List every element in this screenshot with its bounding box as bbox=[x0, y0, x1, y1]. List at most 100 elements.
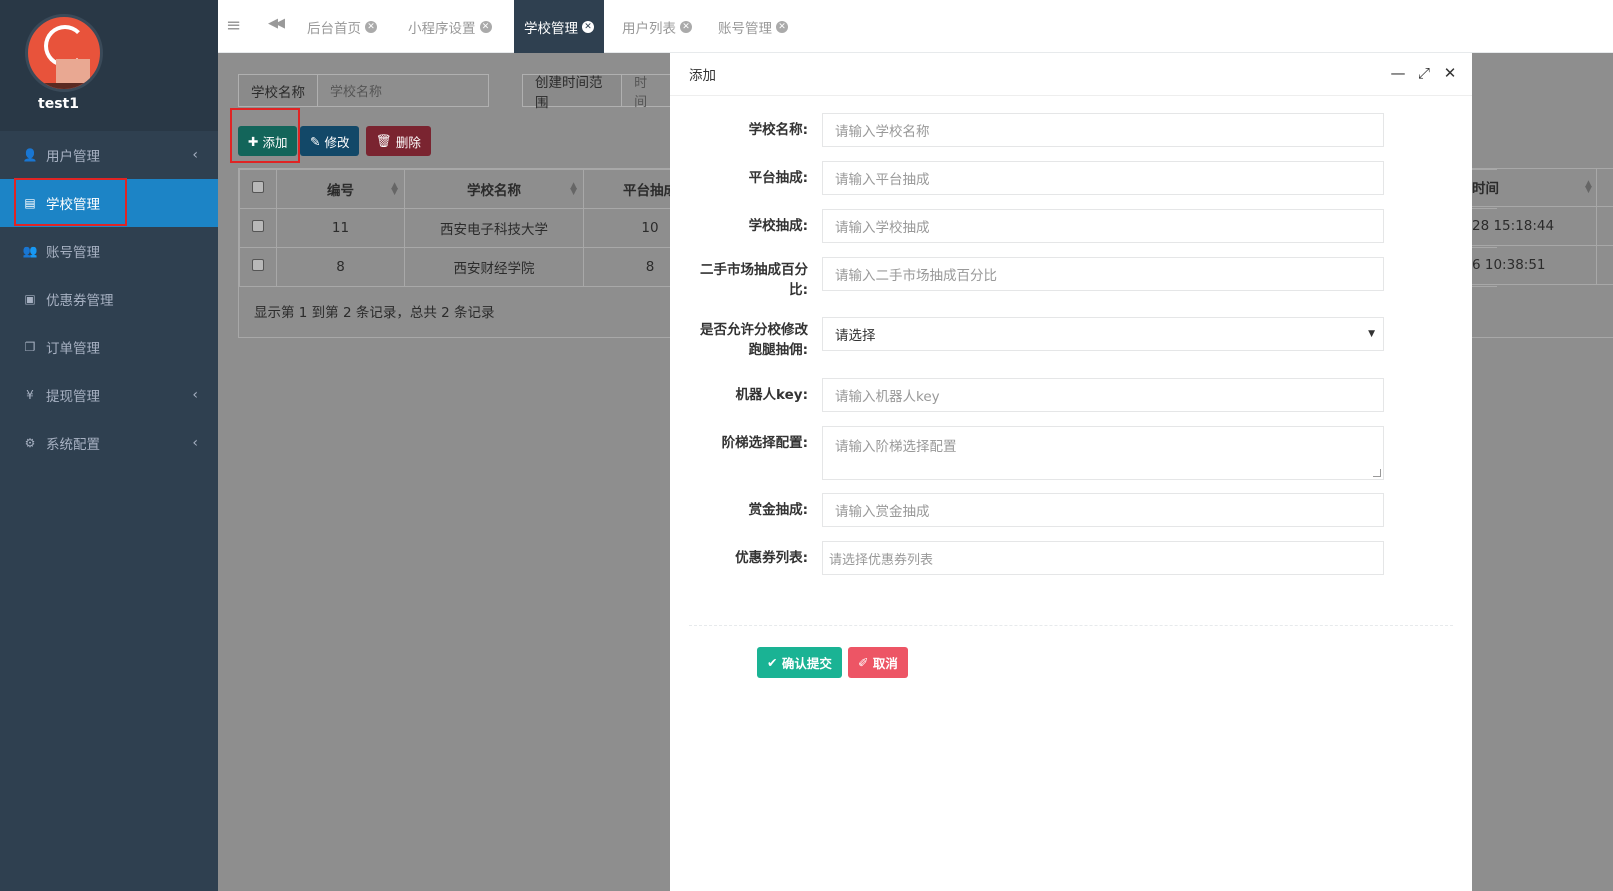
cell-id: 11 bbox=[276, 208, 405, 248]
highlight-annotation bbox=[230, 108, 300, 163]
row-checkbox[interactable] bbox=[252, 220, 264, 232]
avatar[interactable] bbox=[25, 14, 103, 92]
copy-icon: ❐ bbox=[24, 340, 36, 354]
tab-bar: ≡ ◀◀ 后台首页 ✕ 小程序设置 ✕ 学校管理 ✕ 用户列表 ✕ 账号管理 ✕ bbox=[218, 0, 1613, 53]
coupon-list-select[interactable]: 请选择优惠券列表 bbox=[822, 541, 1384, 575]
column-header[interactable]: 编号 ▲ ▼ bbox=[276, 169, 405, 209]
user-icon: 👤 bbox=[22, 148, 38, 162]
chevron-left-icon: ‹ bbox=[192, 147, 198, 163]
time-range-label: 创建时间范围 bbox=[523, 75, 623, 111]
tab-account-management[interactable]: 账号管理 ✕ bbox=[708, 0, 798, 53]
sidebar-item-label: 账号管理 bbox=[46, 245, 100, 261]
delete-button[interactable]: 🗑 删除 bbox=[366, 126, 431, 156]
robot-key-field[interactable]: 请输入机器人key bbox=[822, 378, 1384, 412]
sidebar-item-label: 系统配置 bbox=[46, 437, 100, 453]
cell-name: 西安电子科技大学 bbox=[404, 208, 584, 248]
sidebar: test1 👤 用户管理 ‹ ▤ 学校管理 👥 账号管理 ▣ 优惠券管理 ❐ 订… bbox=[0, 0, 218, 891]
confirm-submit-button[interactable]: ✔ 确认提交 bbox=[757, 647, 842, 678]
yen-icon: ¥ bbox=[26, 388, 34, 402]
time-range-search: 创建时间范围 时间 bbox=[522, 74, 670, 111]
close-icon[interactable]: ✕ bbox=[479, 20, 492, 33]
sidebar-item-label: 提现管理 bbox=[46, 389, 100, 405]
tab-miniapp-settings[interactable]: 小程序设置 ✕ bbox=[398, 0, 502, 53]
tab-label: 用户列表 bbox=[622, 20, 676, 37]
tab-school-management[interactable]: 学校管理 ✕ bbox=[514, 0, 604, 53]
profile-panel: test1 bbox=[0, 0, 218, 131]
users-icon: 👥 bbox=[22, 244, 38, 258]
column-header[interactable]: 时间 bbox=[1472, 177, 1499, 197]
row-checkbox[interactable] bbox=[252, 259, 264, 271]
sidebar-item-account-management[interactable]: 👥 账号管理 bbox=[0, 227, 218, 275]
username[interactable]: test1 bbox=[38, 96, 79, 112]
form-divider bbox=[689, 625, 1453, 626]
allow-branch-edit-select[interactable]: 请选择 ▼ bbox=[822, 317, 1384, 351]
modal-title: 添加 bbox=[689, 68, 716, 84]
select-all-checkbox[interactable] bbox=[252, 181, 264, 193]
bounty-commission-field[interactable]: 请输入赏金抽成 bbox=[822, 493, 1384, 527]
second-hand-commission-field[interactable]: 请输入二手市场抽成百分比 bbox=[822, 257, 1384, 291]
cell-time: 6 10:38:51 bbox=[1472, 246, 1613, 285]
school-name-input[interactable]: 学校名称 bbox=[318, 75, 395, 106]
platform-commission-field[interactable]: 请输入平台抽成 bbox=[822, 161, 1384, 195]
sidebar-item-user-management[interactable]: 👤 用户管理 ‹ bbox=[0, 131, 218, 179]
search-label: 学校名称 bbox=[239, 75, 318, 106]
caret-down-icon: ▼ bbox=[1368, 329, 1375, 339]
sidebar-item-order-management[interactable]: ❐ 订单管理 bbox=[0, 323, 218, 371]
edit-button[interactable]: ✎ 修改 bbox=[300, 126, 360, 156]
table-right-fragment: 时间 ▲ ▼ 28 15:18:44 6 10:38:51 bbox=[1472, 168, 1613, 285]
check-icon: ✔ bbox=[767, 655, 782, 670]
sidebar-item-system-config[interactable]: ⚙ 系统配置 ‹ bbox=[0, 419, 218, 467]
resize-handle-icon[interactable] bbox=[1373, 469, 1381, 477]
tab-user-list[interactable]: 用户列表 ✕ bbox=[612, 0, 702, 53]
field-label: 是否允许分校修改跑腿抽佣: bbox=[700, 322, 808, 358]
sidebar-item-coupon-management[interactable]: ▣ 优惠券管理 bbox=[0, 275, 218, 323]
field-label: 优惠券列表: bbox=[735, 550, 808, 566]
tab-label: 账号管理 bbox=[718, 20, 772, 37]
time-range-input[interactable]: 时间 bbox=[622, 75, 670, 110]
modal-header: 添加 — ⤢ ✕ bbox=[670, 53, 1472, 96]
field-label: 平台抽成: bbox=[748, 170, 808, 186]
field-label: 学校抽成: bbox=[748, 218, 808, 234]
coupon-icon: ▣ bbox=[24, 292, 36, 306]
gear-icon: ⚙ bbox=[24, 436, 36, 450]
school-name-search: 学校名称 学校名称 bbox=[238, 74, 489, 107]
ladder-config-textarea[interactable]: 请输入阶梯选择配置 bbox=[822, 426, 1384, 480]
chevron-left-icon: ‹ bbox=[192, 435, 198, 451]
column-header[interactable]: 学校名称 ▲ ▼ bbox=[404, 169, 584, 209]
sort-icon: ▲ ▼ bbox=[1585, 179, 1592, 195]
trash-icon: 🗑 bbox=[376, 133, 396, 148]
sidebar-item-label: 订单管理 bbox=[46, 341, 100, 357]
tab-dashboard[interactable]: 后台首页 ✕ bbox=[297, 0, 387, 53]
field-label: 二手市场抽成百分比: bbox=[700, 262, 808, 298]
close-icon[interactable]: ✕ bbox=[1442, 64, 1458, 82]
eraser-icon: ✐ bbox=[858, 655, 873, 670]
close-icon[interactable]: ✕ bbox=[680, 20, 692, 33]
tab-label: 小程序设置 bbox=[408, 20, 476, 37]
tab-label: 后台首页 bbox=[307, 20, 361, 37]
pagination-info: 显示第 1 到第 2 条记录，总共 2 条记录 bbox=[254, 305, 495, 321]
sidebar-item-label: 优惠券管理 bbox=[46, 293, 114, 309]
cancel-button[interactable]: ✐ 取消 bbox=[848, 647, 908, 678]
field-label: 阶梯选择配置: bbox=[721, 435, 808, 451]
add-school-modal: 添加 — ⤢ ✕ 学校名称: 请输入学校名称 平台抽成: 请输入平台抽成 学校抽… bbox=[670, 53, 1472, 891]
chevron-left-icon: ‹ bbox=[192, 387, 198, 403]
cell-name: 西安财经学院 bbox=[404, 247, 584, 287]
field-label: 学校名称: bbox=[748, 122, 808, 138]
sidebar-item-withdraw-management[interactable]: ¥ 提现管理 ‹ bbox=[0, 371, 218, 419]
hamburger-icon[interactable]: ≡ bbox=[226, 15, 241, 36]
close-icon[interactable]: ✕ bbox=[582, 20, 594, 33]
minimize-icon[interactable]: — bbox=[1390, 64, 1406, 82]
sort-icon: ▲ ▼ bbox=[391, 181, 398, 197]
cell-time: 28 15:18:44 bbox=[1472, 207, 1613, 246]
close-icon[interactable]: ✕ bbox=[776, 20, 788, 33]
field-label: 赏金抽成: bbox=[748, 502, 808, 518]
highlight-annotation bbox=[14, 178, 127, 226]
sidebar-item-label: 用户管理 bbox=[46, 149, 100, 165]
cell-id: 8 bbox=[276, 247, 405, 287]
pencil-icon: ✎ bbox=[310, 133, 325, 149]
school-commission-field[interactable]: 请输入学校抽成 bbox=[822, 209, 1384, 243]
school-name-field[interactable]: 请输入学校名称 bbox=[822, 113, 1384, 147]
double-chevron-left-icon[interactable]: ◀◀ bbox=[268, 16, 285, 31]
close-icon[interactable]: ✕ bbox=[365, 20, 377, 33]
maximize-icon[interactable]: ⤢ bbox=[1416, 64, 1432, 82]
